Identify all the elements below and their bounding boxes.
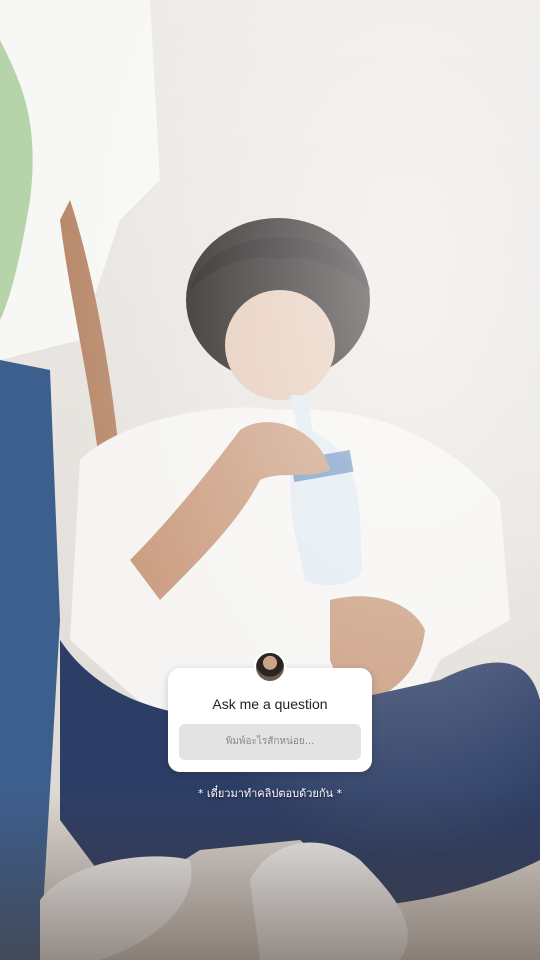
floor-shade [0,790,540,960]
story-caption: * เดี๋ยวมาทำคลิปตอบด้วยกัน * [197,787,343,800]
story-background-photo [0,0,540,960]
question-sticker[interactable]: Ask me a question พิมพ์อะไรสักหน่อย... [168,668,372,772]
question-answer-input[interactable]: พิมพ์อะไรสักหน่อย... [179,724,361,760]
question-sticker-prompt: Ask me a question [212,696,328,712]
avatar-icon [254,651,286,683]
